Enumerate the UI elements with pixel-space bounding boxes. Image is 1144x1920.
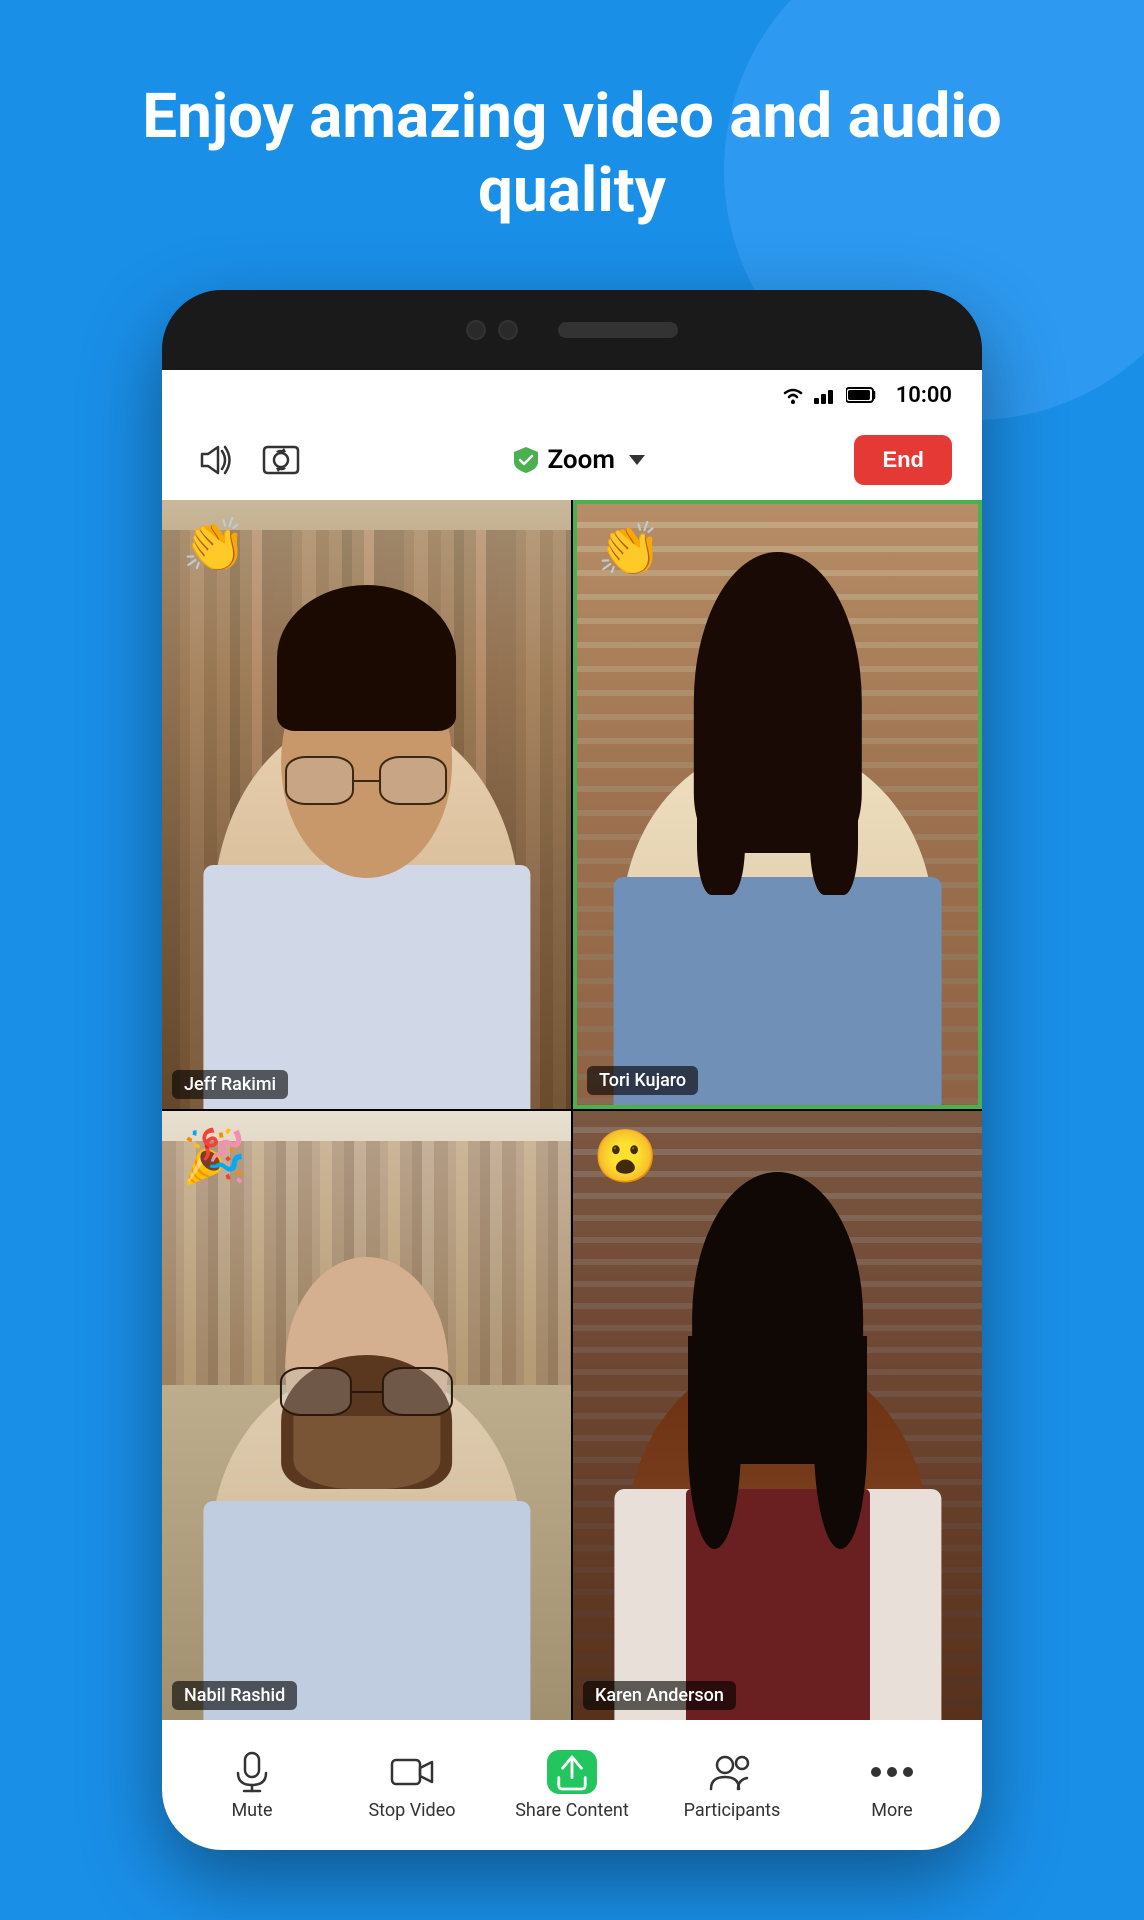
participants-icon [707,1750,757,1794]
video-cell-tori: 👏 Tori Kujaro [573,500,982,1109]
stop-video-icon [387,1750,437,1794]
phone-mockup: 10:00 [162,290,982,1850]
status-icons: 10:00 [780,383,952,408]
status-time: 10:00 [896,383,952,408]
battery-icon [846,386,878,404]
zoom-brand: Zoom [324,445,834,475]
camera-flip-icon [260,443,302,477]
mute-icon [227,1750,277,1794]
nav-item-participants[interactable]: Participants [667,1750,797,1821]
video-cell-nabil: 🎉 Nabil Rashid [162,1111,571,1720]
name-nabil: Nabil Rashid [172,1681,297,1710]
video-cell-karen: 😮 Karen Anderson [573,1111,982,1720]
wifi-icon [780,385,806,405]
mute-label: Mute [231,1800,272,1821]
nav-item-mute[interactable]: Mute [187,1750,317,1821]
emoji-karen: 😮 [593,1131,658,1183]
status-bar: 10:00 [162,370,982,420]
bottom-nav: Mute Stop Video Share Content [162,1720,982,1850]
speaker-button[interactable] [192,437,238,483]
nav-item-share-content[interactable]: Share Content [507,1750,637,1821]
more-icon [867,1750,917,1794]
nav-item-more[interactable]: More [827,1750,957,1821]
more-label: More [871,1800,912,1821]
emoji-nabil: 🎉 [182,1131,247,1183]
speaker-icon [196,443,234,477]
person-visual-tori [577,504,978,1105]
emoji-tori: 👏 [597,524,662,576]
signal-icon [814,386,838,404]
nav-item-stop-video[interactable]: Stop Video [347,1750,477,1821]
person-visual-nabil [162,1111,571,1720]
phone-camera-2 [498,320,518,340]
phone-top-bar [162,290,982,370]
shield-icon [513,446,539,474]
participants-label: Participants [684,1800,781,1821]
stop-video-label: Stop Video [368,1800,455,1821]
name-karen: Karen Anderson [583,1681,736,1710]
zoom-toolbar: Zoom End [162,420,982,500]
end-call-button[interactable]: End [854,435,952,485]
zoom-dropdown-icon[interactable] [629,455,645,465]
video-cell-jeff: 👏 Jeff Rakimi [162,500,571,1109]
name-jeff: Jeff Rakimi [172,1070,288,1099]
name-tori: Tori Kujaro [587,1066,698,1095]
phone-cameras [466,320,518,340]
hero-title: Enjoy amazing video and audio quality [0,80,1144,229]
phone-speaker [558,322,678,338]
phone-camera-1 [466,320,486,340]
share-content-icon [547,1750,597,1794]
video-grid: 👏 Jeff Rakimi 👏 Tori Kuj [162,500,982,1720]
camera-flip-button[interactable] [258,437,304,483]
emoji-jeff: 👏 [182,520,247,572]
zoom-brand-name: Zoom [547,445,614,475]
person-visual-karen [573,1111,982,1720]
person-visual-jeff [162,500,571,1109]
share-content-label: Share Content [515,1800,629,1821]
